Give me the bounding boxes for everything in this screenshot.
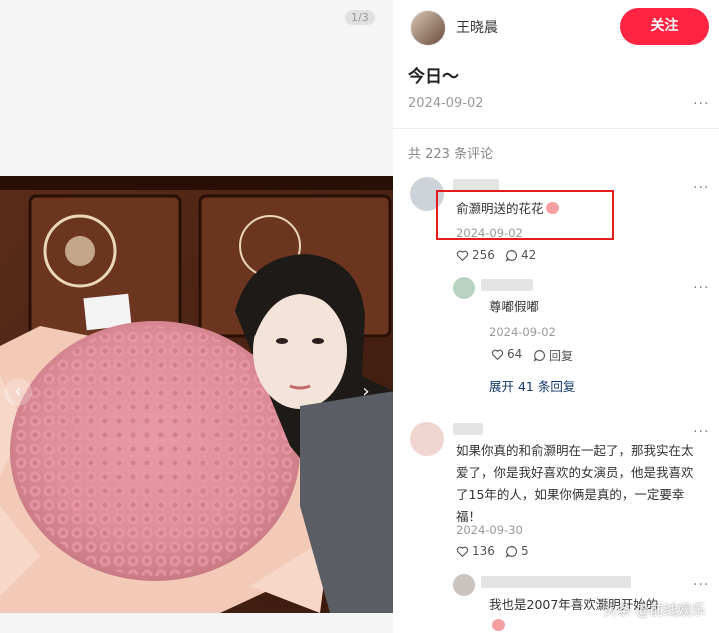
heart-icon: [456, 546, 469, 557]
like-button[interactable]: 136: [456, 544, 495, 558]
username-redacted: [453, 423, 483, 435]
like-button[interactable]: 64: [491, 347, 522, 361]
reply-button[interactable]: 回复: [533, 347, 573, 364]
reply-label: 回复: [549, 349, 574, 363]
divider: [393, 128, 719, 129]
emoji-icon: [492, 619, 505, 631]
comment-icon: [505, 545, 517, 558]
reply-count: 42: [521, 248, 537, 262]
reply-count: 5: [521, 544, 529, 558]
prev-image-button[interactable]: ‹: [4, 378, 32, 406]
author-name[interactable]: 王晓晨: [456, 17, 498, 37]
comment-text: 尊嘟假嘟: [489, 299, 540, 314]
chevron-left-icon: ‹: [14, 381, 22, 402]
like-count: 136: [472, 544, 495, 558]
comment-date: 2024-09-02: [489, 325, 556, 339]
avatar[interactable]: [453, 574, 475, 596]
comment-more-icon[interactable]: ···: [693, 424, 709, 440]
heart-icon: [491, 349, 504, 360]
chevron-right-icon: ›: [362, 381, 370, 402]
page-indicator: 1/3: [345, 10, 375, 25]
heart-icon: [456, 250, 469, 261]
avatar[interactable]: [453, 277, 475, 299]
comment-icon: [533, 350, 545, 362]
comment-more-icon[interactable]: ···: [693, 280, 709, 296]
comment-more-icon[interactable]: ···: [693, 180, 709, 196]
username-redacted: [481, 576, 631, 588]
post-title: 今日～: [408, 67, 459, 87]
comment-count: 共 223 条评论: [408, 147, 494, 162]
avatar[interactable]: [410, 422, 444, 456]
username-redacted: [481, 279, 533, 291]
reply-button[interactable]: 42: [505, 248, 536, 262]
like-count: 64: [507, 347, 523, 361]
post-more-icon[interactable]: ···: [693, 96, 709, 112]
post-photo: [0, 176, 393, 613]
post-date: 2024-09-02: [408, 96, 484, 111]
expand-replies-link[interactable]: 展开 41 条回复: [489, 376, 575, 395]
post-detail-panel: 王晓晨 关注 今日～ 2024-09-02 ··· 共 223 条评论 ··· …: [393, 0, 719, 633]
comment-more-icon[interactable]: ···: [693, 577, 709, 593]
author-avatar[interactable]: [410, 10, 446, 46]
comment-date: 2024-09-30: [456, 523, 523, 537]
like-button[interactable]: 256: [456, 248, 495, 262]
comment-text: 如果你真的和俞灏明在一起了，那我实在太 爱了，你是我好喜欢的女演员，他是我喜欢 …: [456, 443, 694, 524]
like-count: 256: [472, 248, 495, 262]
reply-button[interactable]: 5: [505, 544, 529, 558]
next-image-button[interactable]: ›: [352, 378, 380, 406]
follow-button[interactable]: 关注: [620, 8, 709, 45]
watermark: 头条 @前线娱乐: [603, 603, 706, 619]
highlight-box: [436, 190, 614, 240]
media-viewer[interactable]: 1/3 ‹ ›: [0, 0, 393, 633]
comment-icon: [505, 249, 517, 262]
